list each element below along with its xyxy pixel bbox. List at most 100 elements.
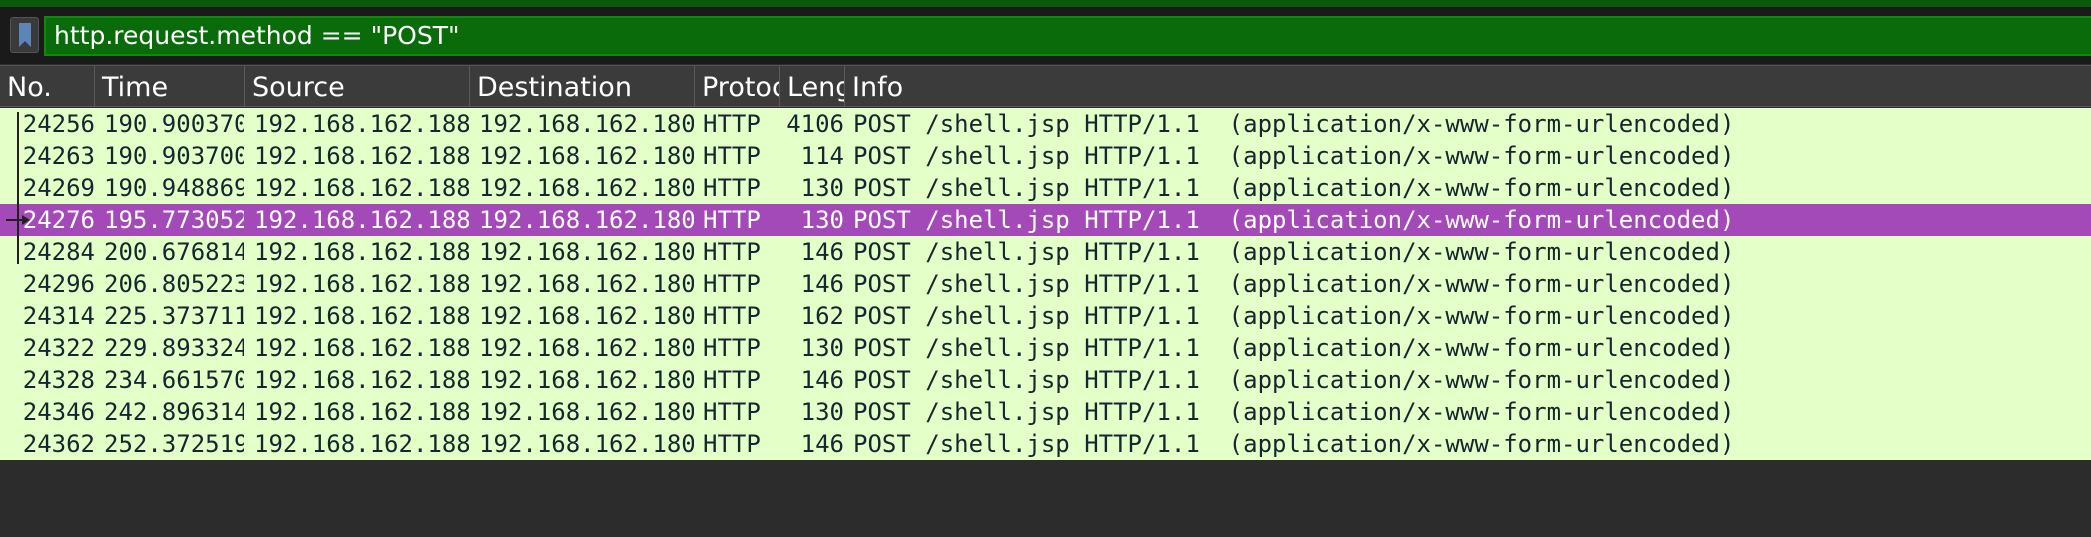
cell-length: 130 xyxy=(800,398,844,426)
cell-time: 242.896314 xyxy=(104,398,244,426)
packet-list[interactable]: No. Time Source Destination Protocol Len… xyxy=(0,65,2091,537)
cell-info: POST /shell.jsp HTTP/1.1 (application/x-… xyxy=(853,430,1735,458)
cell-source: 192.168.162.188 xyxy=(254,142,469,170)
table-row[interactable]: 24322 229.893324 192.168.162.188 192.168.16… xyxy=(0,332,2091,364)
cell-length: 130 xyxy=(800,334,844,362)
cell-no: 24256 xyxy=(22,110,95,138)
cell-time: 190.948869 xyxy=(104,174,244,202)
cell-destination: 192.168.162.180 xyxy=(479,142,694,170)
cell-time: 229.893324 xyxy=(104,334,244,362)
cell-no: 24314 xyxy=(22,302,95,330)
column-header-no[interactable]: No. xyxy=(0,66,95,106)
cell-time: 252.372519 xyxy=(104,430,244,458)
cell-length: 4106 xyxy=(786,110,844,138)
filter-bookmark-button[interactable] xyxy=(10,17,39,53)
cell-time: 206.805223 xyxy=(104,270,244,298)
cell-time: 195.773052 xyxy=(104,206,244,234)
cell-no: 24284 xyxy=(22,238,95,266)
cell-source: 192.168.162.188 xyxy=(254,334,469,362)
cell-time: 234.661570 xyxy=(104,366,244,394)
cell-protocol: HTTP xyxy=(703,270,761,298)
cell-info: POST /shell.jsp HTTP/1.1 (application/x-… xyxy=(853,238,1735,266)
cell-destination: 192.168.162.180 xyxy=(479,174,694,202)
display-filter-toolbar: http.request.method == "POST" xyxy=(0,0,2091,64)
cell-time: 190.900370 xyxy=(104,110,244,138)
cell-info: POST /shell.jsp HTTP/1.1 (application/x-… xyxy=(853,366,1735,394)
cell-protocol: HTTP xyxy=(703,174,761,202)
column-header-destination[interactable]: Destination xyxy=(470,66,695,106)
cell-protocol: HTTP xyxy=(703,206,761,234)
table-row[interactable]: 24263 190.903700 192.168.162.188 192.168.16… xyxy=(0,140,2091,172)
cell-source: 192.168.162.188 xyxy=(254,238,469,266)
table-row[interactable]: 24284 200.676814 192.168.162.188 192.168.16… xyxy=(0,236,2091,268)
cell-no: 24296 xyxy=(22,270,95,298)
table-row[interactable]: 24256 190.900370 192.168.162.188 192.168.16… xyxy=(0,108,2091,140)
cell-length: 146 xyxy=(800,430,844,458)
cell-no: 24263 xyxy=(22,142,95,170)
cell-protocol: HTTP xyxy=(703,366,761,394)
bookmark-icon xyxy=(19,23,31,47)
cell-no: 24346 xyxy=(22,398,95,426)
cell-protocol: HTTP xyxy=(703,238,761,266)
table-row[interactable]: 24296 206.805223 192.168.162.188 192.168.16… xyxy=(0,268,2091,300)
cell-source: 192.168.162.188 xyxy=(254,366,469,394)
cell-destination: 192.168.162.180 xyxy=(479,238,694,266)
cell-protocol: HTTP xyxy=(703,110,761,138)
cell-info: POST /shell.jsp HTTP/1.1 (application/x-… xyxy=(853,334,1735,362)
cell-destination: 192.168.162.180 xyxy=(479,430,694,458)
cell-length: 146 xyxy=(800,270,844,298)
cell-length: 130 xyxy=(800,206,844,234)
cell-info: POST /shell.jsp HTTP/1.1 (application/x-… xyxy=(853,142,1735,170)
cell-destination: 192.168.162.180 xyxy=(479,206,694,234)
cell-source: 192.168.162.188 xyxy=(254,398,469,426)
cell-length: 146 xyxy=(800,366,844,394)
table-row[interactable]: 24362 252.372519 192.168.162.188 192.168.16… xyxy=(0,428,2091,460)
cell-destination: 192.168.162.180 xyxy=(479,366,694,394)
cell-protocol: HTTP xyxy=(703,398,761,426)
column-header-protocol[interactable]: Protocol xyxy=(695,66,780,106)
packet-list-header: No. Time Source Destination Protocol Len… xyxy=(0,65,2091,107)
cell-no: 24322 xyxy=(22,334,95,362)
cell-protocol: HTTP xyxy=(703,302,761,330)
cell-length: 130 xyxy=(800,174,844,202)
cell-no: 24362 xyxy=(22,430,95,458)
table-row[interactable]: 24276 195.773052 192.168.162.188 192.168.16… xyxy=(0,204,2091,236)
cell-source: 192.168.162.188 xyxy=(254,430,469,458)
cell-time: 200.676814 xyxy=(104,238,244,266)
cell-protocol: HTTP xyxy=(703,334,761,362)
cell-length: 146 xyxy=(800,238,844,266)
cell-time: 225.373711 xyxy=(104,302,244,330)
display-filter-input[interactable]: http.request.method == "POST" xyxy=(44,16,2091,56)
cell-no: 24269 xyxy=(22,174,95,202)
table-row[interactable]: 24328 234.661570 192.168.162.188 192.168.16… xyxy=(0,364,2091,396)
cell-length: 114 xyxy=(800,142,844,170)
cell-destination: 192.168.162.180 xyxy=(479,270,694,298)
cell-protocol: HTTP xyxy=(703,430,761,458)
cell-source: 192.168.162.188 xyxy=(254,302,469,330)
column-header-time[interactable]: Time xyxy=(95,66,245,106)
table-row[interactable]: 24314 225.373711 192.168.162.188 192.168.16… xyxy=(0,300,2091,332)
table-row[interactable]: 24346 242.896314 192.168.162.188 192.168.16… xyxy=(0,396,2091,428)
column-header-length[interactable]: Length xyxy=(780,66,845,106)
cell-info: POST /shell.jsp HTTP/1.1 (application/x-… xyxy=(853,174,1735,202)
column-header-source[interactable]: Source xyxy=(245,66,470,106)
cell-info: POST /shell.jsp HTTP/1.1 (application/x-… xyxy=(853,270,1735,298)
cell-info: POST /shell.jsp HTTP/1.1 (application/x-… xyxy=(853,206,1735,234)
cell-no: 24328 xyxy=(22,366,95,394)
table-row[interactable]: 24269 190.948869 192.168.162.188 192.168.16… xyxy=(0,172,2091,204)
cell-destination: 192.168.162.180 xyxy=(479,302,694,330)
cell-destination: 192.168.162.180 xyxy=(479,110,694,138)
cell-source: 192.168.162.188 xyxy=(254,174,469,202)
cell-source: 192.168.162.188 xyxy=(254,110,469,138)
cell-info: POST /shell.jsp HTTP/1.1 (application/x-… xyxy=(853,398,1735,426)
cell-info: POST /shell.jsp HTTP/1.1 (application/x-… xyxy=(853,302,1735,330)
cell-info: POST /shell.jsp HTTP/1.1 (application/x-… xyxy=(853,110,1735,138)
related-packets-line xyxy=(17,112,19,264)
cell-destination: 192.168.162.180 xyxy=(479,334,694,362)
cell-length: 162 xyxy=(800,302,844,330)
column-header-info[interactable]: Info xyxy=(845,66,2091,106)
cell-time: 190.903700 xyxy=(104,142,244,170)
cell-source: 192.168.162.188 xyxy=(254,206,469,234)
cell-destination: 192.168.162.180 xyxy=(479,398,694,426)
cell-protocol: HTTP xyxy=(703,142,761,170)
